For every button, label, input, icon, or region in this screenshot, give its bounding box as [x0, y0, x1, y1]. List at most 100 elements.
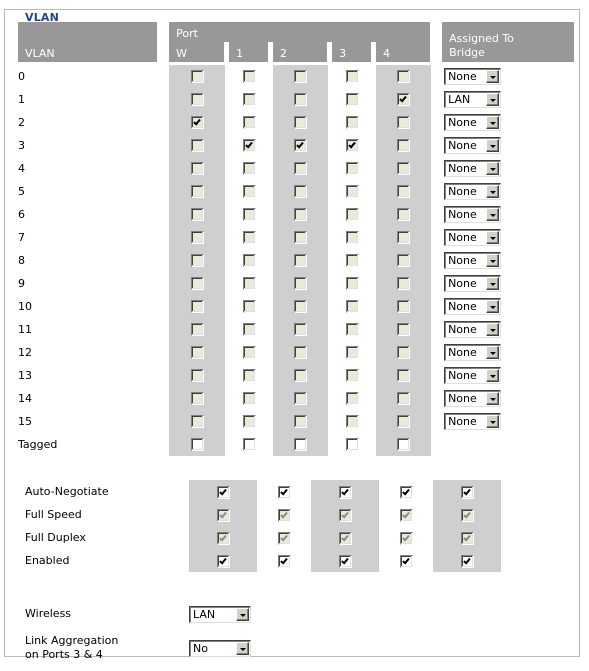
vlan-11-port-3-checkbox[interactable] [345, 323, 359, 337]
vlan-6-bridge-select[interactable]: None [444, 206, 502, 223]
vlan-15-port-2-checkbox[interactable] [294, 415, 308, 429]
chevron-down-icon[interactable] [486, 185, 500, 198]
vlan-6-port-1-checkbox[interactable] [242, 208, 256, 222]
vlan-10-port-W-checkbox[interactable] [190, 300, 204, 314]
vlan-3-bridge-select[interactable]: None [444, 137, 502, 154]
vlan-3-port-4-checkbox[interactable] [397, 139, 411, 153]
chevron-down-icon[interactable] [486, 162, 500, 175]
vlan-7-port-1-checkbox[interactable] [242, 231, 256, 245]
vlan-4-port-3-checkbox[interactable] [345, 162, 359, 176]
vlan-14-port-W-checkbox[interactable] [190, 392, 204, 406]
chevron-down-icon[interactable] [236, 607, 249, 621]
vlan-2-port-4-checkbox[interactable] [397, 116, 411, 130]
vlan-0-port-2-checkbox[interactable] [294, 70, 308, 84]
auto-negotiate-port-W-checkbox[interactable] [216, 485, 230, 499]
vlan-1-bridge-select[interactable]: LAN [444, 91, 502, 108]
vlan-7-port-3-checkbox[interactable] [345, 231, 359, 245]
vlan-12-port-4-checkbox[interactable] [397, 346, 411, 360]
chevron-down-icon[interactable] [486, 231, 500, 244]
vlan-3-port-2-checkbox[interactable] [294, 139, 308, 153]
vlan-12-port-W-checkbox[interactable] [190, 346, 204, 360]
tagged-port-2-checkbox[interactable] [294, 438, 308, 452]
vlan-2-port-2-checkbox[interactable] [294, 116, 308, 130]
vlan-9-port-1-checkbox[interactable] [242, 277, 256, 291]
vlan-11-port-1-checkbox[interactable] [242, 323, 256, 337]
vlan-11-port-2-checkbox[interactable] [294, 323, 308, 337]
chevron-down-icon[interactable] [486, 116, 500, 129]
enabled-port-W-checkbox[interactable] [216, 554, 230, 568]
vlan-5-port-W-checkbox[interactable] [190, 185, 204, 199]
vlan-12-bridge-select[interactable]: None [444, 344, 502, 361]
vlan-5-port-4-checkbox[interactable] [397, 185, 411, 199]
chevron-down-icon[interactable] [486, 300, 500, 313]
vlan-12-port-3-checkbox[interactable] [345, 346, 359, 360]
vlan-8-port-1-checkbox[interactable] [242, 254, 256, 268]
vlan-6-port-4-checkbox[interactable] [397, 208, 411, 222]
chevron-down-icon[interactable] [486, 392, 500, 405]
chevron-down-icon[interactable] [486, 70, 500, 83]
vlan-13-port-3-checkbox[interactable] [345, 369, 359, 383]
vlan-11-port-4-checkbox[interactable] [397, 323, 411, 337]
vlan-13-port-W-checkbox[interactable] [190, 369, 204, 383]
vlan-6-port-W-checkbox[interactable] [190, 208, 204, 222]
vlan-8-port-3-checkbox[interactable] [345, 254, 359, 268]
enabled-port-3-checkbox[interactable] [399, 554, 413, 568]
chevron-down-icon[interactable] [486, 369, 500, 382]
vlan-0-port-1-checkbox[interactable] [242, 70, 256, 84]
vlan-1-port-W-checkbox[interactable] [190, 93, 204, 107]
vlan-4-port-2-checkbox[interactable] [294, 162, 308, 176]
vlan-0-port-4-checkbox[interactable] [397, 70, 411, 84]
vlan-8-port-4-checkbox[interactable] [397, 254, 411, 268]
tagged-port-4-checkbox[interactable] [397, 438, 411, 452]
vlan-13-bridge-select[interactable]: None [444, 367, 502, 384]
vlan-7-port-2-checkbox[interactable] [294, 231, 308, 245]
link-aggregation-select[interactable]: No [189, 639, 251, 657]
vlan-14-bridge-select[interactable]: None [444, 390, 502, 407]
vlan-5-bridge-select[interactable]: None [444, 183, 502, 200]
vlan-10-port-1-checkbox[interactable] [242, 300, 256, 314]
vlan-3-port-1-checkbox[interactable] [242, 139, 256, 153]
vlan-9-port-3-checkbox[interactable] [345, 277, 359, 291]
vlan-7-bridge-select[interactable]: None [444, 229, 502, 246]
vlan-1-port-2-checkbox[interactable] [294, 93, 308, 107]
vlan-2-bridge-select[interactable]: None [444, 114, 502, 131]
vlan-13-port-2-checkbox[interactable] [294, 369, 308, 383]
chevron-down-icon[interactable] [486, 346, 500, 359]
tagged-port-1-checkbox[interactable] [242, 438, 256, 452]
vlan-2-port-1-checkbox[interactable] [242, 116, 256, 130]
vlan-9-port-2-checkbox[interactable] [294, 277, 308, 291]
vlan-7-port-4-checkbox[interactable] [397, 231, 411, 245]
chevron-down-icon[interactable] [486, 93, 500, 106]
vlan-11-port-W-checkbox[interactable] [190, 323, 204, 337]
vlan-4-bridge-select[interactable]: None [444, 160, 502, 177]
vlan-8-bridge-select[interactable]: None [444, 252, 502, 269]
vlan-5-port-3-checkbox[interactable] [345, 185, 359, 199]
tagged-port-3-checkbox[interactable] [345, 438, 359, 452]
chevron-down-icon[interactable] [486, 277, 500, 290]
vlan-10-bridge-select[interactable]: None [444, 298, 502, 315]
vlan-15-port-1-checkbox[interactable] [242, 415, 256, 429]
vlan-10-port-3-checkbox[interactable] [345, 300, 359, 314]
auto-negotiate-port-2-checkbox[interactable] [338, 485, 352, 499]
vlan-6-port-3-checkbox[interactable] [345, 208, 359, 222]
vlan-3-port-3-checkbox[interactable] [345, 139, 359, 153]
vlan-9-port-W-checkbox[interactable] [190, 277, 204, 291]
vlan-13-port-1-checkbox[interactable] [242, 369, 256, 383]
enabled-port-4-checkbox[interactable] [460, 554, 474, 568]
vlan-7-port-W-checkbox[interactable] [190, 231, 204, 245]
vlan-8-port-W-checkbox[interactable] [190, 254, 204, 268]
chevron-down-icon[interactable] [486, 139, 500, 152]
vlan-0-port-3-checkbox[interactable] [345, 70, 359, 84]
vlan-1-port-3-checkbox[interactable] [345, 93, 359, 107]
vlan-0-bridge-select[interactable]: None [444, 68, 502, 85]
vlan-15-port-4-checkbox[interactable] [397, 415, 411, 429]
vlan-11-bridge-select[interactable]: None [444, 321, 502, 338]
vlan-1-port-4-checkbox[interactable] [397, 93, 411, 107]
chevron-down-icon[interactable] [236, 641, 249, 655]
vlan-12-port-1-checkbox[interactable] [242, 346, 256, 360]
vlan-14-port-2-checkbox[interactable] [294, 392, 308, 406]
vlan-15-bridge-select[interactable]: None [444, 413, 502, 430]
vlan-14-port-4-checkbox[interactable] [397, 392, 411, 406]
tagged-port-W-checkbox[interactable] [190, 438, 204, 452]
auto-negotiate-port-4-checkbox[interactable] [460, 485, 474, 499]
